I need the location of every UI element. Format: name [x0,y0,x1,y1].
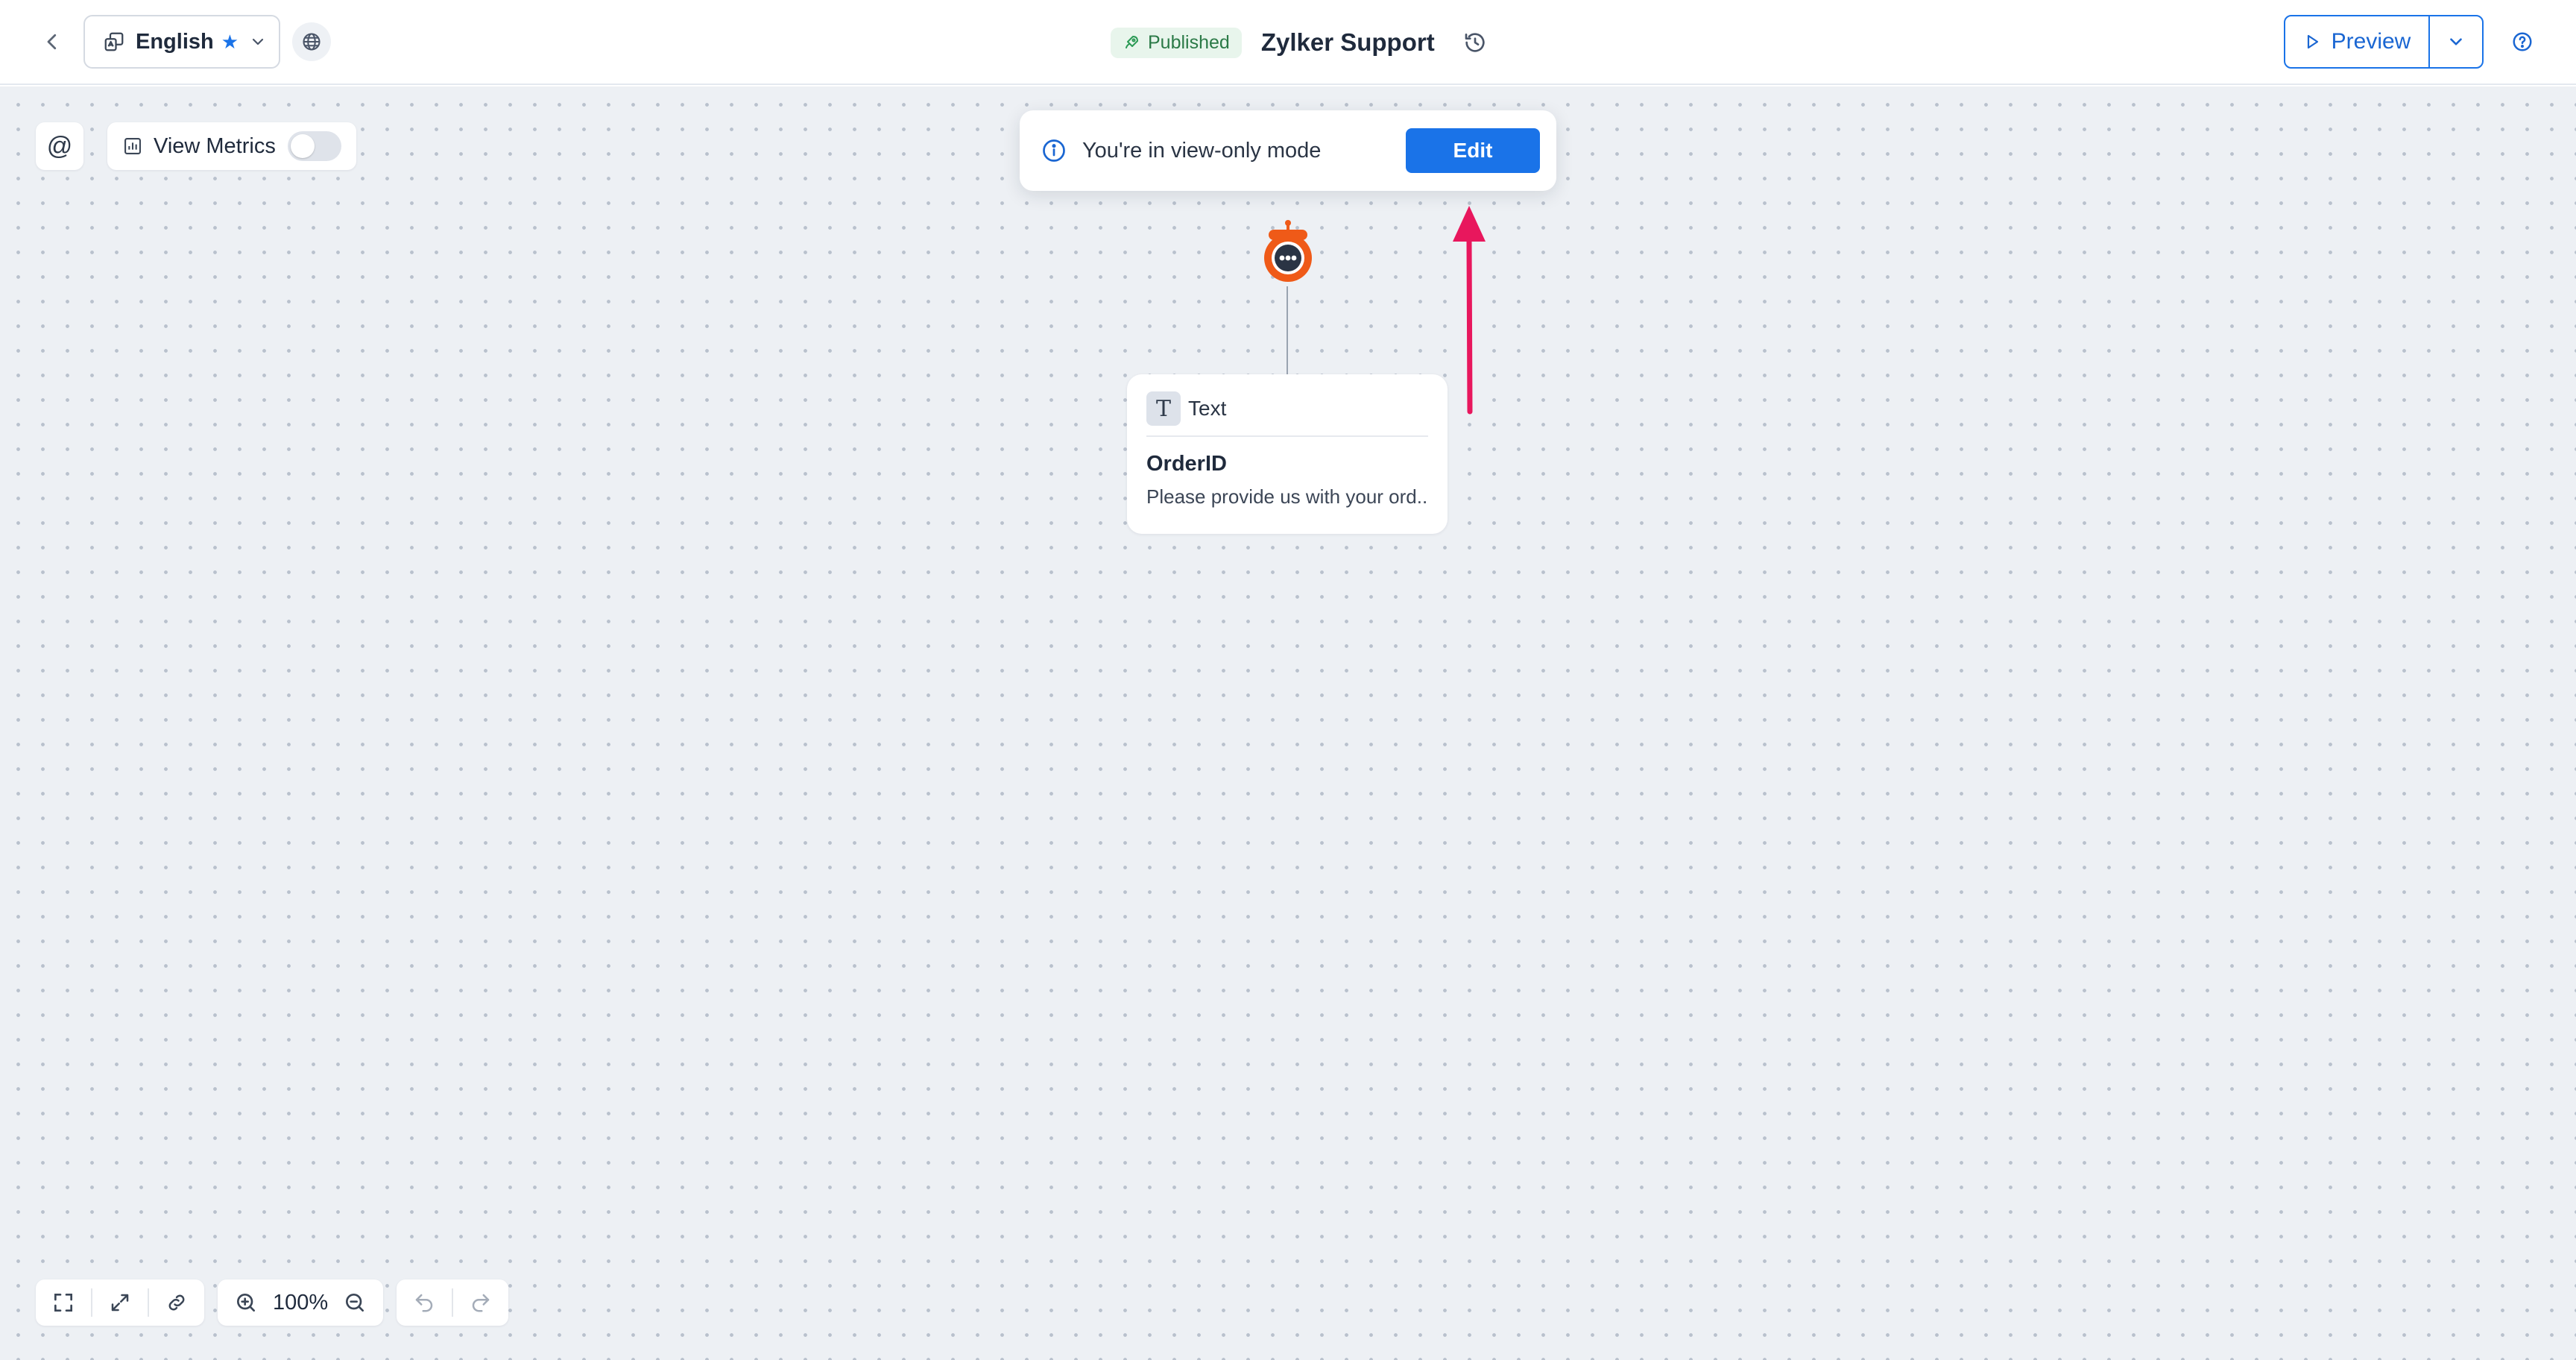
view-only-message: You're in view-only mode [1082,138,1322,163]
preview-button[interactable]: Preview [2285,16,2430,67]
language-label: English [136,29,214,54]
published-label: Published [1148,31,1230,53]
card-body: Please provide us with your ord... [1146,485,1428,508]
text-node-card[interactable]: T Text OrderID Please provide us with yo… [1127,374,1448,534]
zoom-controls: 100% [218,1279,384,1326]
languages-icon [103,31,125,53]
star-icon: ★ [221,30,239,53]
help-icon[interactable] [2503,22,2542,61]
redo-icon[interactable] [453,1279,508,1326]
link-icon[interactable] [149,1279,204,1326]
view-metrics-control: View Metrics [107,122,356,170]
back-chevron-icon[interactable] [33,22,72,61]
fit-screen-icon[interactable] [36,1279,91,1326]
rocket-icon [1123,34,1140,51]
flow-canvas[interactable]: @ View Metrics You're in view-only mode … [0,86,2576,1360]
info-icon [1041,137,1067,164]
expand-icon[interactable] [92,1279,148,1326]
annotation-arrow [1442,195,1494,423]
view-only-banner: You're in view-only mode Edit [1020,110,1556,191]
zoom-out-icon[interactable] [332,1279,377,1326]
chevron-down-icon [249,33,267,51]
text-type-icon: T [1146,391,1181,426]
edit-button[interactable]: Edit [1406,128,1540,173]
mention-button[interactable]: @ [36,122,83,170]
card-header: T Text [1146,391,1428,437]
play-icon [2303,33,2321,51]
flow-connector [1287,286,1288,376]
zoom-level: 100% [273,1290,329,1315]
status-badge: Published [1111,27,1242,58]
preview-dropdown-button[interactable] [2430,16,2482,67]
toggle-knob [291,134,315,158]
metrics-chart-icon [122,136,143,157]
card-type-label: Text [1188,397,1227,420]
language-select[interactable]: English ★ [83,15,280,69]
bot-title-group: Published Zylker Support [1111,18,1487,67]
view-metrics-toggle[interactable] [288,131,341,161]
view-tools [36,1279,204,1326]
preview-button-group: Preview [2284,15,2484,69]
chevron-down-icon [2446,32,2466,51]
card-title: OrderID [1146,452,1227,476]
history-icon[interactable] [1463,31,1487,54]
zoom-in-icon[interactable] [224,1279,268,1326]
bot-icon[interactable] [1260,219,1316,292]
undo-icon[interactable] [397,1279,452,1326]
globe-icon[interactable] [292,22,331,61]
history-controls [397,1279,508,1326]
view-metrics-label: View Metrics [154,133,276,158]
top-bar: English ★ Published Zylker Support Previ… [0,0,2576,85]
preview-label: Preview [2331,29,2411,54]
page-title: Zylker Support [1260,28,1435,56]
